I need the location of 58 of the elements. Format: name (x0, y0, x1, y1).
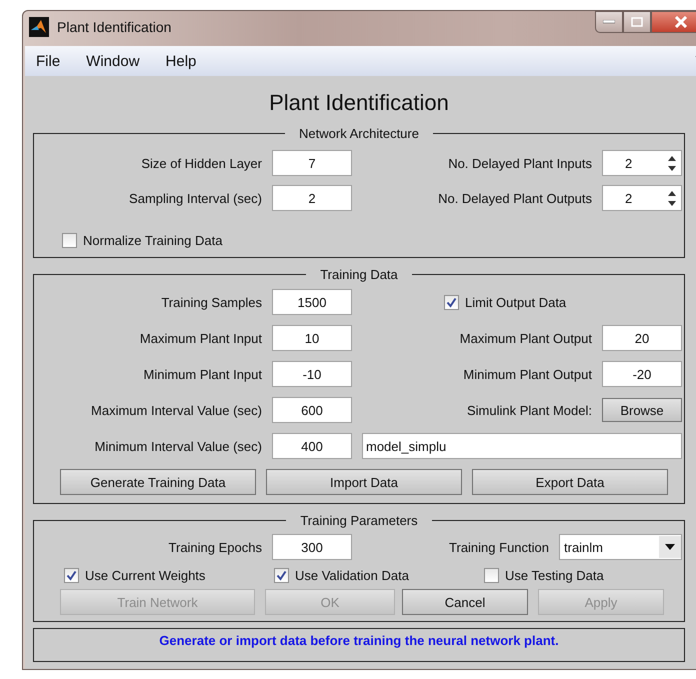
checkbox[interactable]: Use Testing Data (484, 568, 680, 583)
model-name-field[interactable]: model_simplu (362, 433, 682, 459)
input-field[interactable]: 2 (272, 185, 352, 211)
close-icon (674, 16, 688, 28)
input-field[interactable]: -10 (272, 361, 352, 387)
panel-title: Training Data (319, 267, 399, 282)
field-label: Maximum Plant Input (138, 330, 262, 346)
checkmark-icon (446, 296, 457, 308)
input-field[interactable]: 7 (272, 150, 352, 176)
menu-item[interactable]: Help (158, 50, 206, 72)
checkmark-icon (66, 570, 77, 581)
field-label: Minimum Interval Value (sec) (94, 438, 262, 454)
panel-title: Network Architecture (298, 126, 420, 141)
input-field[interactable]: 300 (272, 534, 352, 560)
checkbox[interactable]: Use Validation Data (274, 568, 470, 583)
input-field[interactable]: 1500 (272, 289, 352, 315)
close-button[interactable] (651, 11, 696, 33)
field-label: Simulink Plant Model: (466, 402, 592, 418)
input-field[interactable]: 600 (272, 397, 352, 423)
field-label: Size of Hidden Layer (140, 156, 262, 170)
panel-title: Training Parameters (299, 513, 419, 528)
field-label: Sampling Interval (sec) (128, 190, 262, 206)
menu-item[interactable]: Window (79, 50, 149, 72)
field-label: No. Delayed Plant Inputs (447, 156, 592, 170)
field-label: Training Epochs (168, 540, 262, 554)
menu-item[interactable]: File (29, 50, 70, 72)
action-button[interactable]: Export Data (472, 469, 668, 495)
checkbox[interactable]: Normalize Training Data (62, 233, 684, 248)
input-field[interactable]: 10 (272, 325, 352, 351)
maximize-icon (631, 17, 643, 27)
field-label: Minimum Plant Output (462, 366, 592, 382)
checkbox[interactable]: Use Current Weights (64, 568, 260, 583)
minimize-icon (603, 20, 615, 24)
status-message: Generate or import data before training the neural network plant. (33, 628, 685, 662)
dropdown-arrow-icon (665, 544, 675, 550)
input-field[interactable]: 20 (602, 325, 682, 351)
dialog-heading: Plant Identification (268, 90, 450, 116)
action-button[interactable]: Import Data (266, 469, 462, 495)
field-label: No. Delayed Plant Outputs (437, 190, 592, 206)
field-label: Training Samples (160, 294, 262, 310)
spinner-field[interactable]: 2 (602, 185, 682, 211)
maximize-button[interactable] (623, 11, 651, 33)
checkmark-icon (276, 570, 287, 581)
window-title: Plant Identification (57, 19, 172, 35)
input-field[interactable]: 400 (272, 433, 352, 459)
field-label: Minimum Plant Input (142, 366, 262, 382)
field-label: Maximum Interval Value (sec) (90, 402, 262, 418)
input-field[interactable]: -20 (602, 361, 682, 387)
browse-button[interactable]: Browse (602, 398, 682, 422)
field-label: Maximum Plant Output (458, 330, 592, 346)
training-function-dropdown[interactable]: trainlm (559, 534, 682, 560)
action-button[interactable]: Generate Training Data (60, 469, 256, 495)
checkbox[interactable]: Limit Output Data (444, 294, 682, 310)
app-logo-icon (29, 17, 49, 37)
field-label: Training Function (448, 540, 549, 554)
action-button[interactable]: Cancel (402, 589, 528, 615)
minimize-button[interactable] (595, 11, 623, 33)
spinner-field[interactable]: 2 (602, 150, 682, 176)
